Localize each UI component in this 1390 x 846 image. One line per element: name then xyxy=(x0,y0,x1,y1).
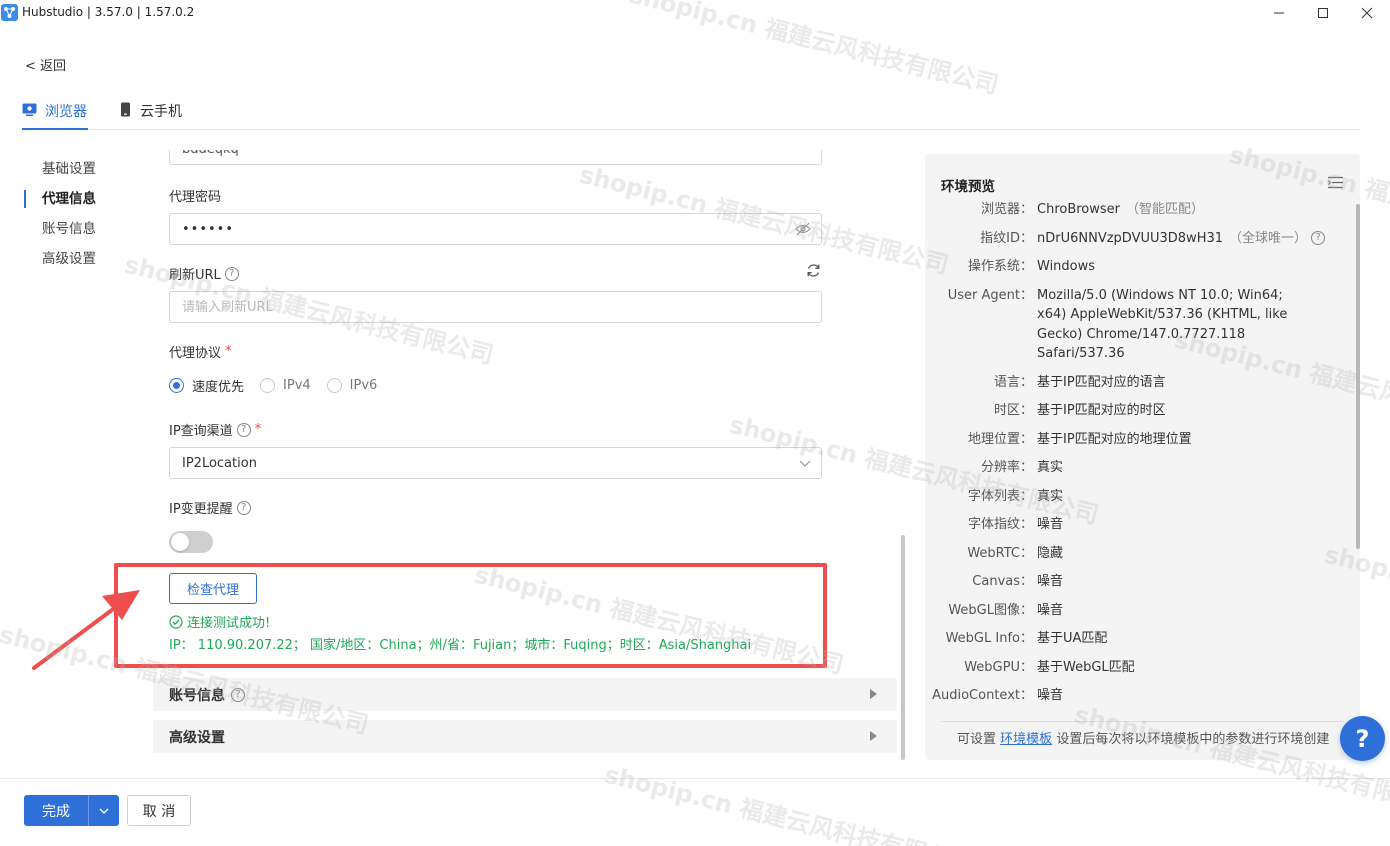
env-row-language: 语言： 基于IP匹配对应的语言 xyxy=(993,374,1166,390)
help-icon[interactable]: ? xyxy=(1311,231,1326,245)
env-row-font-fingerprint: 字体指纹： 噪音 xyxy=(967,517,1064,532)
env-row-user-agent: User Agent： Mozilla/5.0 (Windows NT 10.0… xyxy=(947,287,1288,362)
subnav-item-proxy[interactable]: 代理信息 xyxy=(24,185,96,215)
phone-icon xyxy=(121,102,130,117)
env-row-webgpu: WebGPU： 基于WebGL匹配 xyxy=(964,659,1135,675)
help-icon[interactable]: ? xyxy=(231,687,245,702)
help-icon[interactable]: ? xyxy=(224,266,239,281)
form-scrollbar[interactable] xyxy=(901,535,905,760)
annotation-highlight-box xyxy=(114,563,827,668)
refresh-icon[interactable] xyxy=(806,263,821,278)
done-button[interactable]: 完成 xyxy=(24,795,88,826)
cancel-button[interactable]: 取 消 xyxy=(127,795,191,826)
refresh-url-input[interactable] xyxy=(182,299,809,315)
proxy-password-field[interactable]: •••••• xyxy=(169,213,822,245)
minimize-button[interactable] xyxy=(1264,2,1294,24)
back-link[interactable]: < 返回 xyxy=(25,55,66,74)
env-preview-scrollbar[interactable] xyxy=(1356,204,1360,549)
subnav-item-account[interactable]: 账号信息 xyxy=(24,215,96,245)
divider xyxy=(941,721,1344,722)
tab-browser[interactable]: 浏览器 xyxy=(22,95,88,130)
caret-right-icon xyxy=(870,689,877,699)
chevron-down-icon xyxy=(99,808,109,814)
ip-change-alert-label: IP变更提醒 ? xyxy=(169,498,251,517)
chevron-down-icon xyxy=(799,460,811,467)
caret-right-icon xyxy=(870,731,877,741)
ip-channel-label: IP查询渠道 ? * xyxy=(169,422,262,439)
help-icon[interactable]: ? xyxy=(236,422,251,437)
env-preview-list: 浏览器： ChroBrowser （智能匹配） 指纹ID： nDrU6NNVzpD… xyxy=(925,200,1355,715)
browser-icon xyxy=(22,103,37,116)
close-button[interactable] xyxy=(1352,2,1382,24)
help-float-button[interactable]: ? xyxy=(1340,716,1385,761)
tab-bar: 浏览器 云手机 xyxy=(22,95,1360,130)
ip-change-alert-toggle[interactable] xyxy=(169,531,213,553)
radio-dot xyxy=(260,378,276,393)
env-template-link[interactable]: 环境模板 xyxy=(1000,732,1052,747)
radio-ipv4[interactable]: IPv4 xyxy=(260,378,311,393)
eye-hidden-icon[interactable] xyxy=(795,222,811,236)
radio-dot-checked xyxy=(169,378,184,393)
proxy-form: bddeqkq 代理密码 •••••• 刷新URL ? 代理协 xyxy=(150,150,900,770)
radio-ipv6[interactable]: IPv6 xyxy=(326,378,377,393)
toggle-knob xyxy=(171,533,189,551)
env-preview-panel: 环境预览 浏览器： ChroBrowser （智能匹配） 指纹ID： nDrU6N… xyxy=(925,154,1360,760)
env-row-webrtc: WebRTC： 隐藏 xyxy=(967,545,1064,561)
refresh-url-field[interactable] xyxy=(169,291,822,323)
env-row-webgl-image: WebGL图像： 噪音 xyxy=(948,602,1064,618)
env-row-audiocontext: AudioContext： 噪音 xyxy=(932,688,1064,703)
maximize-icon xyxy=(1318,8,1328,18)
radio-dot xyxy=(326,378,342,393)
env-template-hint: 可设置 环境模板 设置后每次将以环境模板中的参数进行环境创建 xyxy=(957,732,1330,747)
minimize-icon xyxy=(1274,12,1284,14)
maximize-button[interactable] xyxy=(1308,2,1338,24)
env-row-webgl-info: WebGL Info： 基于UA匹配 xyxy=(945,631,1108,646)
env-row-os: 操作系统： Windows xyxy=(967,259,1096,274)
section-title: 高级设置 xyxy=(169,729,225,746)
env-row-canvas: Canvas： 噪音 xyxy=(972,574,1064,589)
bottom-action-bar: 完成 取 消 xyxy=(0,778,1390,846)
protocol-radio-group: 速度优先 IPv4 IPv6 xyxy=(169,376,377,395)
section-nav: 基础设置 代理信息 账号信息 高级设置 xyxy=(24,155,96,275)
close-icon xyxy=(1361,7,1373,19)
refresh-url-label: 刷新URL ? xyxy=(169,264,239,283)
env-row-browser: 浏览器： ChroBrowser （智能匹配） xyxy=(980,202,1205,217)
subnav-item-basic[interactable]: 基础设置 xyxy=(24,155,96,185)
title-bar: Hubstudio | 3.57.0 | 1.57.0.2 xyxy=(0,0,1390,26)
tab-browser-label: 浏览器 xyxy=(45,104,87,120)
app-logo-icon xyxy=(1,4,18,21)
account-info-section[interactable]: 账号信息 ? xyxy=(153,678,897,711)
tab-cloud-phone-label: 云手机 xyxy=(140,104,182,120)
tab-cloud-phone[interactable]: 云手机 xyxy=(120,95,182,130)
section-title: 账号信息 xyxy=(169,687,225,704)
protocol-label: 代理协议 * xyxy=(169,344,232,361)
window-title: Hubstudio | 3.57.0 | 1.57.0.2 xyxy=(22,5,195,19)
env-row-font-list: 字体列表： 真实 xyxy=(967,488,1064,504)
done-dropdown-button[interactable] xyxy=(88,795,119,826)
env-row-fingerprint-id: 指纹ID： nDrU6NNVzpDVUU3D8wH31 （全球唯一） ? xyxy=(925,229,1355,249)
subnav-item-advanced[interactable]: 高级设置 xyxy=(24,245,96,275)
proxy-username-value: bddeqkq xyxy=(182,150,239,157)
advanced-settings-section[interactable]: 高级设置 xyxy=(153,720,897,753)
env-preview-title: 环境预览 xyxy=(941,179,995,195)
proxy-password-value: •••••• xyxy=(182,221,235,237)
env-row-resolution: 分辨率： 真实 xyxy=(980,460,1064,475)
help-icon[interactable]: ? xyxy=(236,500,251,515)
radio-speed-priority[interactable]: 速度优先 xyxy=(169,376,244,395)
proxy-username-field[interactable]: bddeqkq xyxy=(169,150,822,165)
annotation-arrow-icon xyxy=(32,590,140,670)
ip-channel-select[interactable]: IP2Location xyxy=(169,447,822,479)
proxy-password-label: 代理密码 xyxy=(169,190,222,205)
ip-channel-value: IP2Location xyxy=(182,455,257,471)
list-menu-icon[interactable] xyxy=(1328,176,1343,189)
env-row-geolocation: 地理位置： 基于IP匹配对应的地理位置 xyxy=(967,431,1192,447)
env-row-timezone: 时区： 基于IP匹配对应的时区 xyxy=(993,403,1166,418)
